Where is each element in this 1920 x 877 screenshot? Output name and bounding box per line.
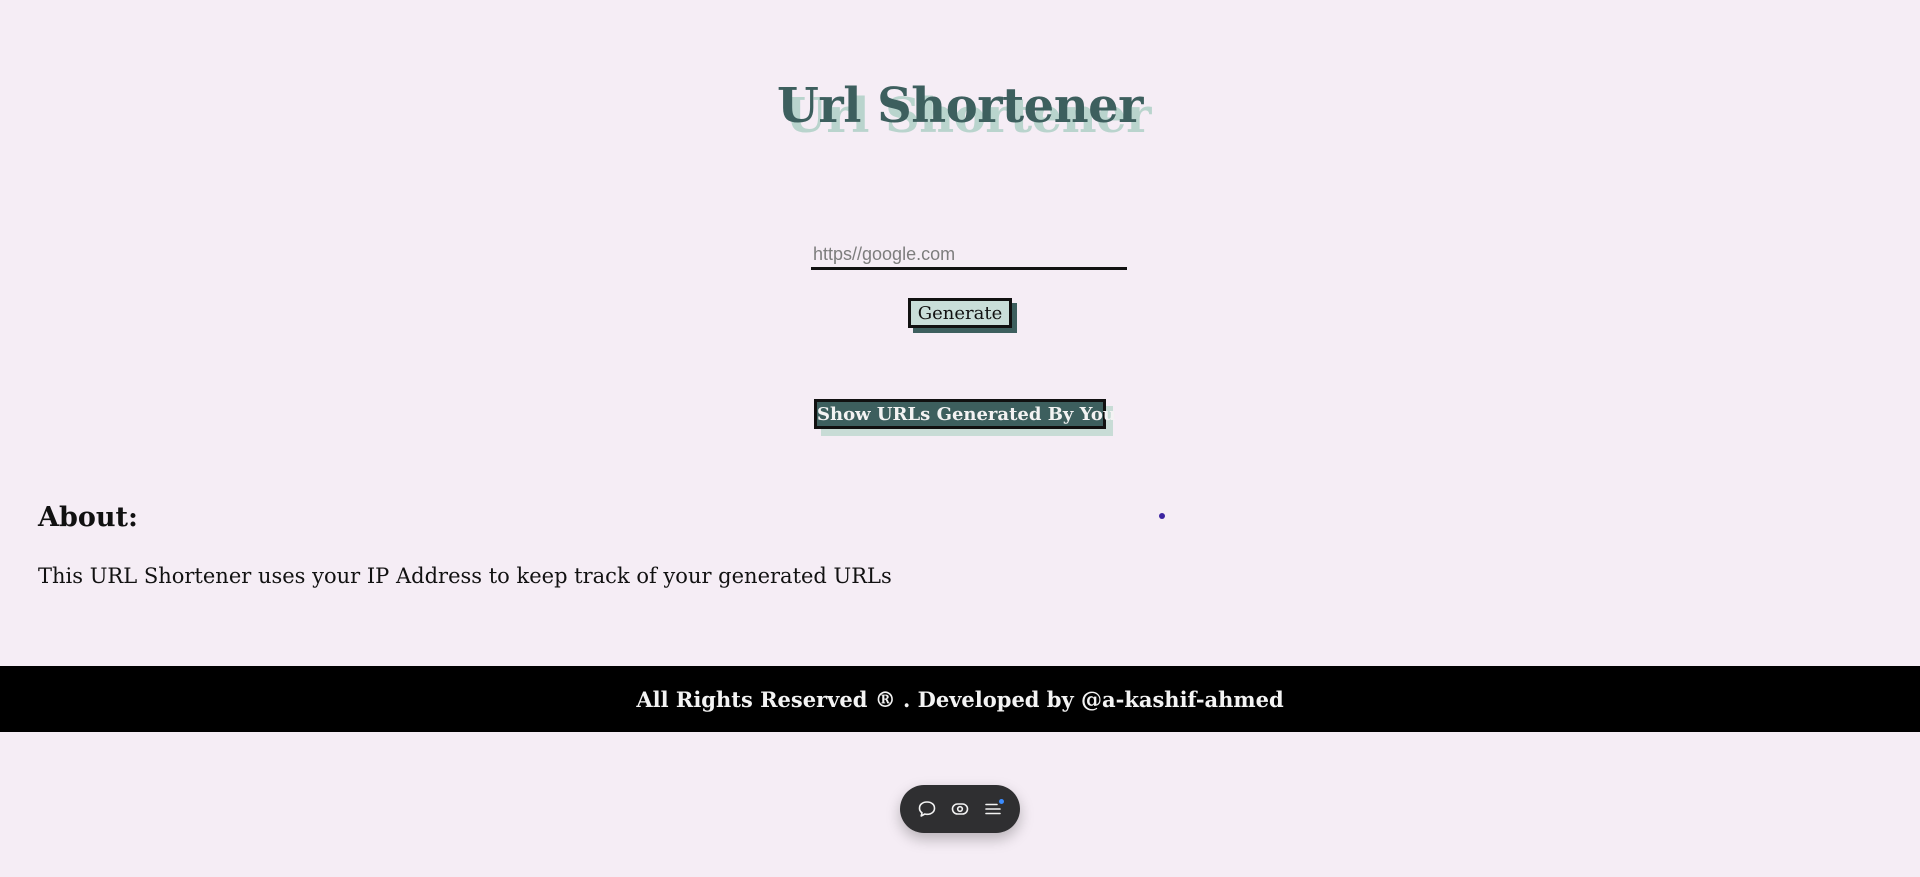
page: Url Shortener Generate Show URLs Generat… xyxy=(0,0,1920,877)
cursor-dot xyxy=(1159,513,1165,519)
eye-icon[interactable] xyxy=(948,797,972,821)
notification-dot xyxy=(999,799,1005,804)
menu-list-icon[interactable] xyxy=(981,797,1005,821)
about-heading: About: xyxy=(38,502,138,533)
header: Url Shortener xyxy=(0,82,1920,130)
show-urls-button[interactable]: Show URLs Generated By You xyxy=(814,399,1116,429)
page-title: Url Shortener xyxy=(777,78,1143,134)
chat-bubble-icon[interactable] xyxy=(915,797,939,821)
footer: All Rights Reserved ® . Developed by @a-… xyxy=(0,666,1920,732)
generate-button[interactable]: Generate xyxy=(908,298,1012,328)
footer-text: All Rights Reserved ® . Developed by @a-… xyxy=(636,686,1284,712)
url-input[interactable] xyxy=(811,242,1127,270)
about-text: This URL Shortener uses your IP Address … xyxy=(38,564,892,588)
floating-toolbar xyxy=(900,785,1020,833)
